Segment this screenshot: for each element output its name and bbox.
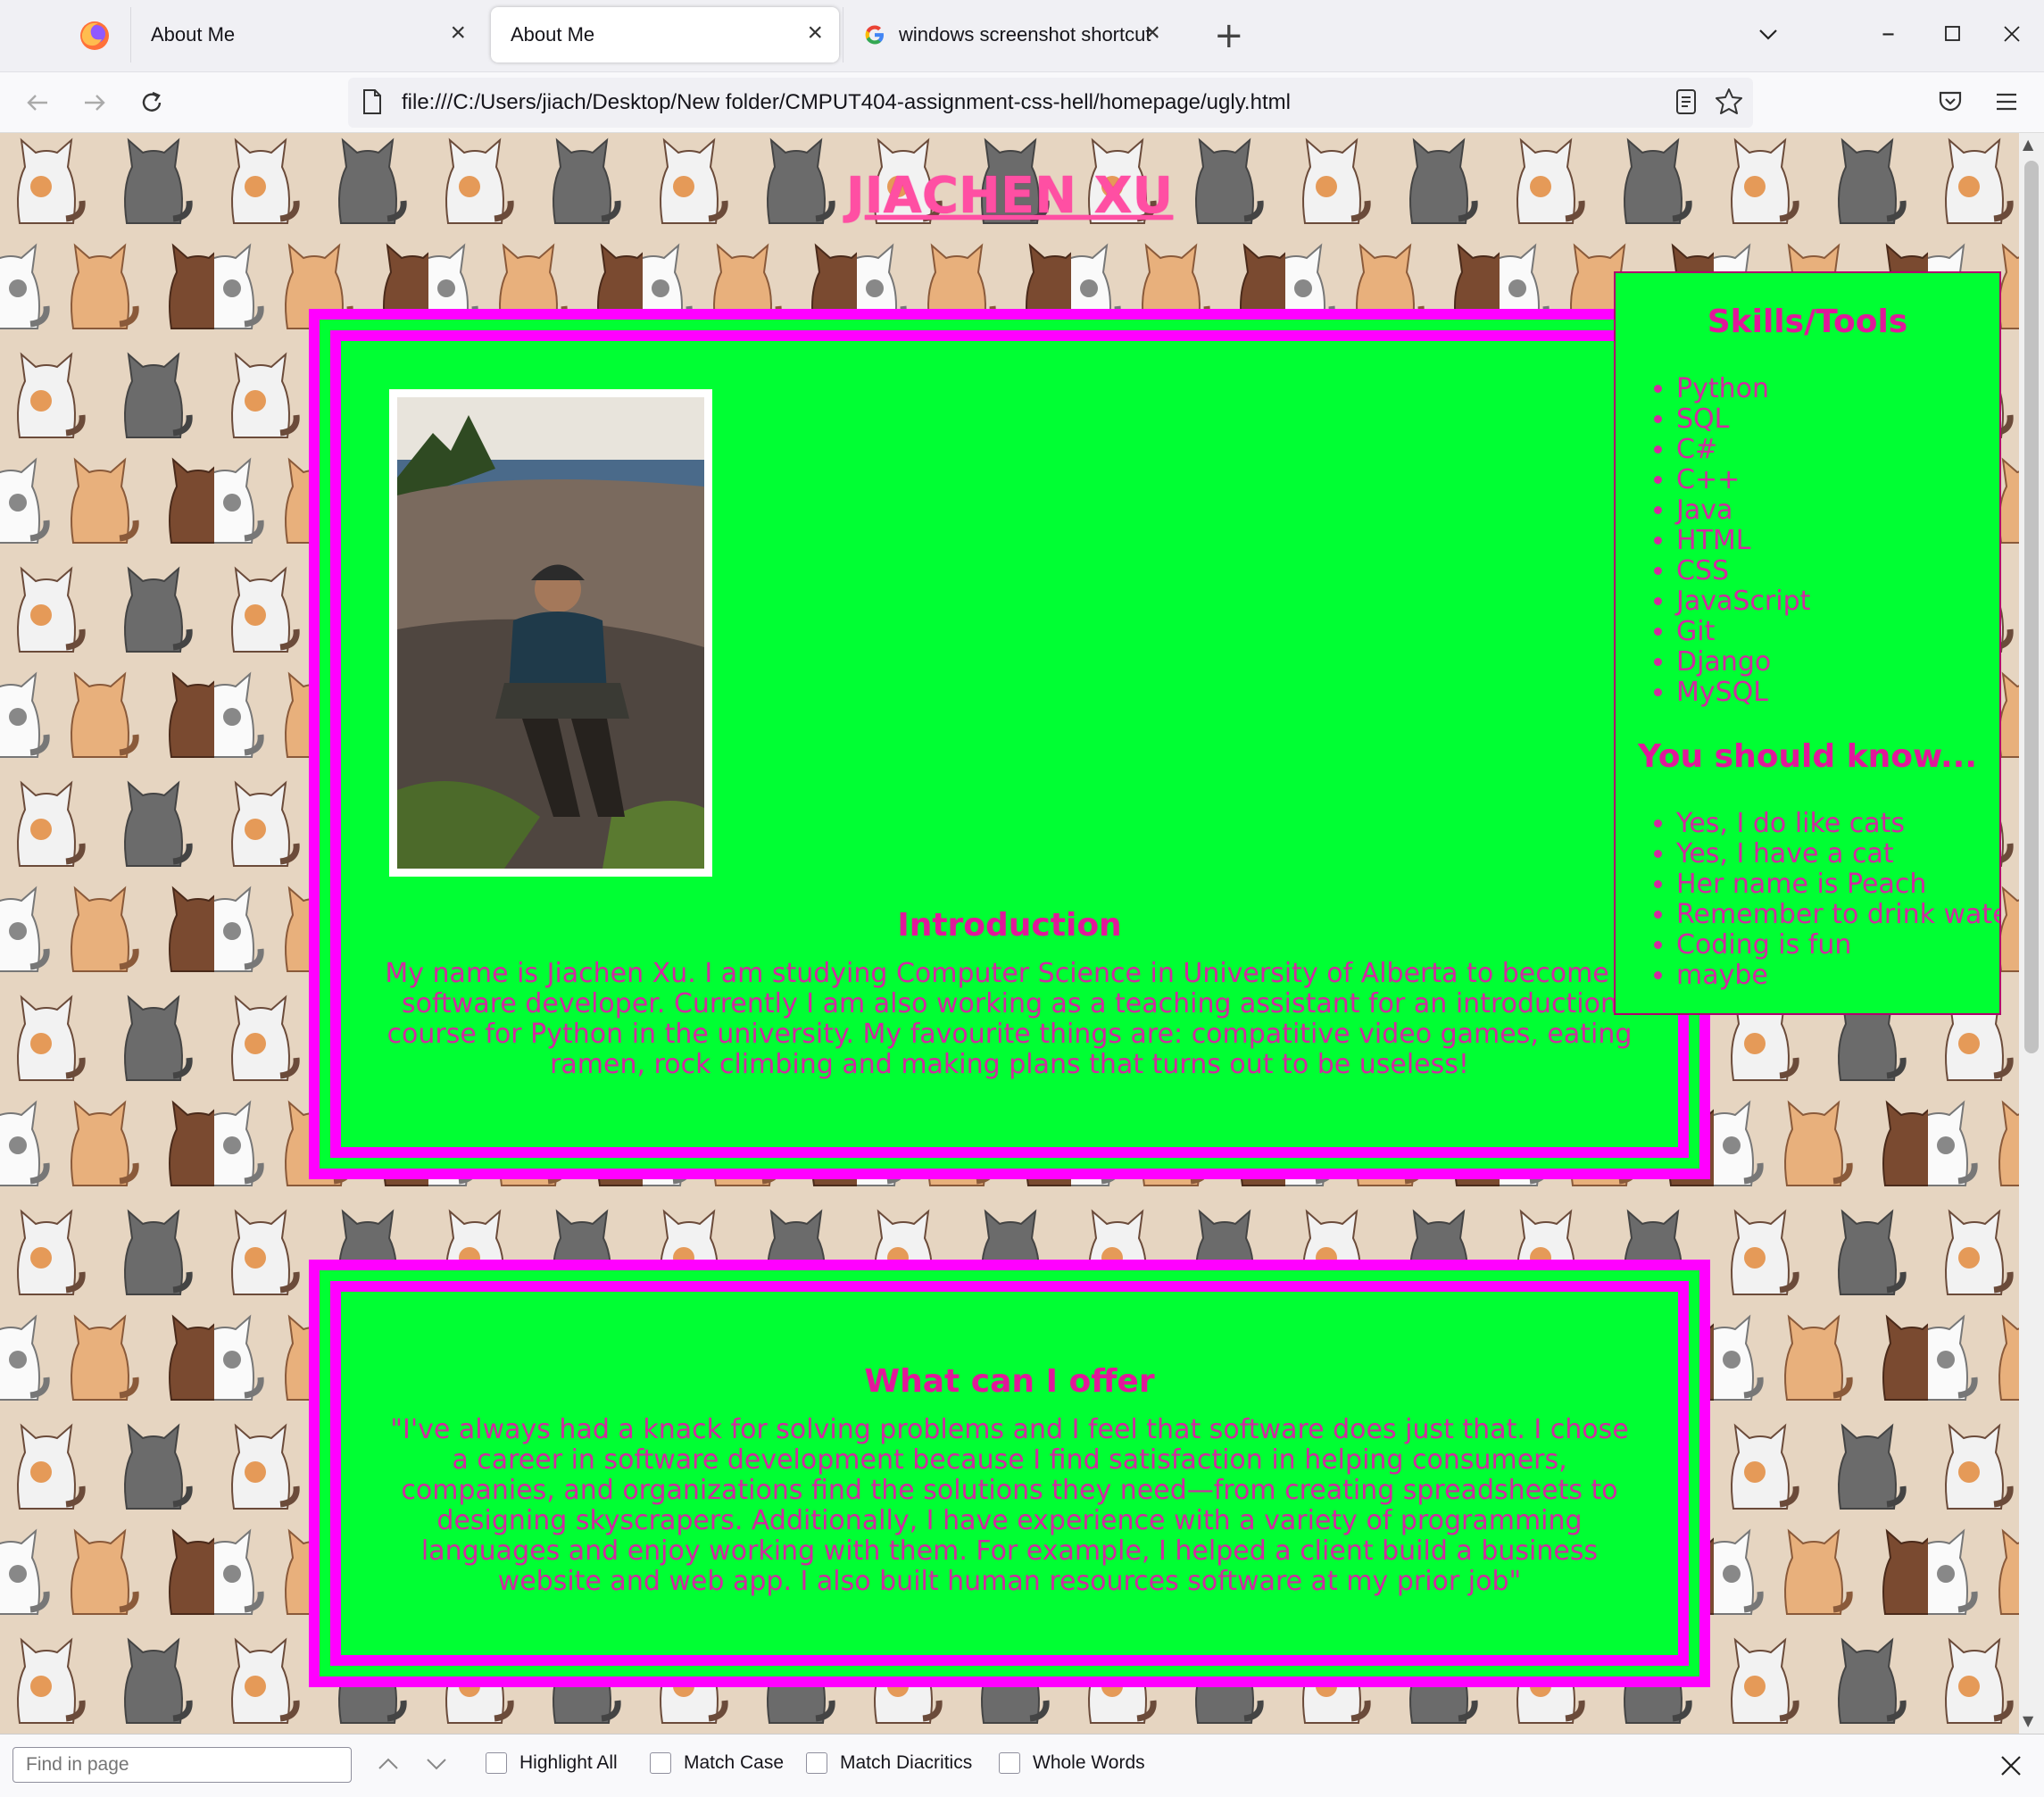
tab-close-icon[interactable]: × — [807, 20, 823, 46]
tab-close-icon[interactable]: × — [450, 20, 466, 46]
checkbox[interactable] — [806, 1752, 827, 1774]
page-title: JIACHEN XU — [845, 167, 1174, 225]
page-icon[interactable] — [361, 88, 384, 115]
find-bar: Highlight All Match Case Match Diacritic… — [0, 1734, 2044, 1797]
skills-list: Python SQL C# C++ Java HTML CSS JavaScri… — [1616, 374, 1999, 708]
forward-icon[interactable] — [75, 83, 114, 122]
skills-sidebar: Skills/Tools Python SQL C# C++ Java HTML… — [1614, 271, 2001, 1015]
scroll-down-arrow-icon[interactable]: ▼ — [2023, 1712, 2033, 1729]
skill-item: Git — [1676, 617, 1999, 647]
url-text[interactable]: file:///C:/Users/jiach/Desktop/New folde… — [402, 90, 1291, 115]
scrollbar-thumb[interactable] — [2024, 161, 2039, 1053]
reader-view-icon[interactable] — [1673, 87, 1699, 117]
reload-icon[interactable] — [132, 83, 171, 122]
tab-about-me-1[interactable]: About Me × — [130, 7, 482, 62]
know-item: maybe — [1676, 961, 1999, 991]
checkbox-label: Match Case — [684, 1752, 785, 1773]
firefox-logo-icon[interactable] — [77, 18, 112, 54]
skill-item: Python — [1676, 374, 1999, 404]
tab-title: About Me — [151, 23, 236, 46]
navigation-toolbar: file:///C:/Users/jiach/Desktop/New folde… — [0, 72, 2044, 133]
skill-item: MySQL — [1676, 678, 1999, 708]
tab-title: About Me — [511, 23, 595, 46]
pocket-icon[interactable] — [1937, 88, 1964, 115]
know-item: Remember to drink water — [1676, 900, 1999, 930]
know-item: Yes, I do like cats — [1676, 809, 1999, 839]
minimize-icon[interactable]: – — [1882, 16, 1895, 52]
url-bar[interactable]: file:///C:/Users/jiach/Desktop/New folde… — [348, 78, 1753, 128]
page-viewport: JIACHEN XU Introduction My name is Jiach… — [0, 133, 2019, 1734]
bookmark-star-icon[interactable] — [1714, 87, 1744, 117]
checkbox[interactable] — [999, 1752, 1020, 1774]
checkbox[interactable] — [486, 1752, 507, 1774]
know-heading: You should know... — [1637, 738, 1977, 775]
skill-item: Django — [1676, 647, 1999, 678]
maximize-icon[interactable] — [1944, 25, 1962, 43]
find-bar-close-icon[interactable] — [1999, 1754, 2023, 1777]
skill-item: Java — [1676, 495, 1999, 526]
offer-card: What can I offer "I've always had a knac… — [309, 1260, 1710, 1687]
introduction-text: My name is Jiachen Xu. I am studying Com… — [385, 958, 1634, 1080]
skill-item: C# — [1676, 435, 1999, 465]
window-close-icon[interactable] — [2003, 25, 2021, 43]
highlight-all-checkbox[interactable]: Highlight All — [486, 1752, 618, 1774]
introduction-card: Introduction My name is Jiachen Xu. I am… — [309, 309, 1710, 1179]
skill-item: C++ — [1676, 465, 1999, 495]
checkbox-label: Whole Words — [1033, 1752, 1145, 1773]
find-previous-icon[interactable] — [377, 1756, 400, 1772]
tab-google-search[interactable]: windows screenshot shortcut - G × — [843, 7, 1182, 62]
tab-about-me-2[interactable]: About Me × — [491, 7, 839, 62]
whole-words-checkbox[interactable]: Whole Words — [999, 1752, 1145, 1774]
find-input[interactable] — [12, 1747, 352, 1783]
skill-item: JavaScript — [1676, 587, 1999, 617]
match-diacritics-checkbox[interactable]: Match Diacritics — [806, 1752, 972, 1774]
skill-item: CSS — [1676, 556, 1999, 587]
tab-title: windows screenshot shortcut - G — [899, 23, 1158, 46]
introduction-heading: Introduction — [897, 907, 1122, 944]
profile-photo — [397, 397, 704, 869]
profile-photo-frame — [389, 389, 712, 877]
know-item: Coding is fun — [1676, 930, 1999, 961]
checkbox-label: Match Diacritics — [840, 1752, 973, 1773]
google-icon — [863, 23, 886, 46]
scroll-up-arrow-icon[interactable]: ▲ — [2023, 136, 2033, 153]
tab-bar: About Me × About Me × windows screenshot… — [0, 0, 2044, 72]
match-case-checkbox[interactable]: Match Case — [650, 1752, 784, 1774]
skill-item: SQL — [1676, 404, 1999, 435]
offer-text: "I've always had a knack for solving pro… — [390, 1414, 1629, 1597]
checkbox-label: Highlight All — [519, 1752, 618, 1773]
find-next-icon[interactable] — [425, 1756, 448, 1772]
new-tab-icon[interactable]: + — [1214, 16, 1244, 55]
tab-close-icon[interactable]: × — [1144, 20, 1160, 46]
skills-heading: Skills/Tools — [1707, 304, 1908, 340]
back-icon[interactable] — [18, 83, 57, 122]
list-all-tabs-chevron-icon[interactable] — [1755, 23, 1782, 46]
skill-item: HTML — [1676, 526, 1999, 556]
offer-heading: What can I offer — [864, 1363, 1155, 1400]
know-list: Yes, I do like cats Yes, I have a cat He… — [1616, 809, 1999, 991]
app-menu-icon[interactable] — [1994, 90, 2019, 113]
know-item: Yes, I have a cat — [1676, 839, 1999, 869]
checkbox[interactable] — [650, 1752, 671, 1774]
know-item: Her name is Peach — [1676, 869, 1999, 900]
